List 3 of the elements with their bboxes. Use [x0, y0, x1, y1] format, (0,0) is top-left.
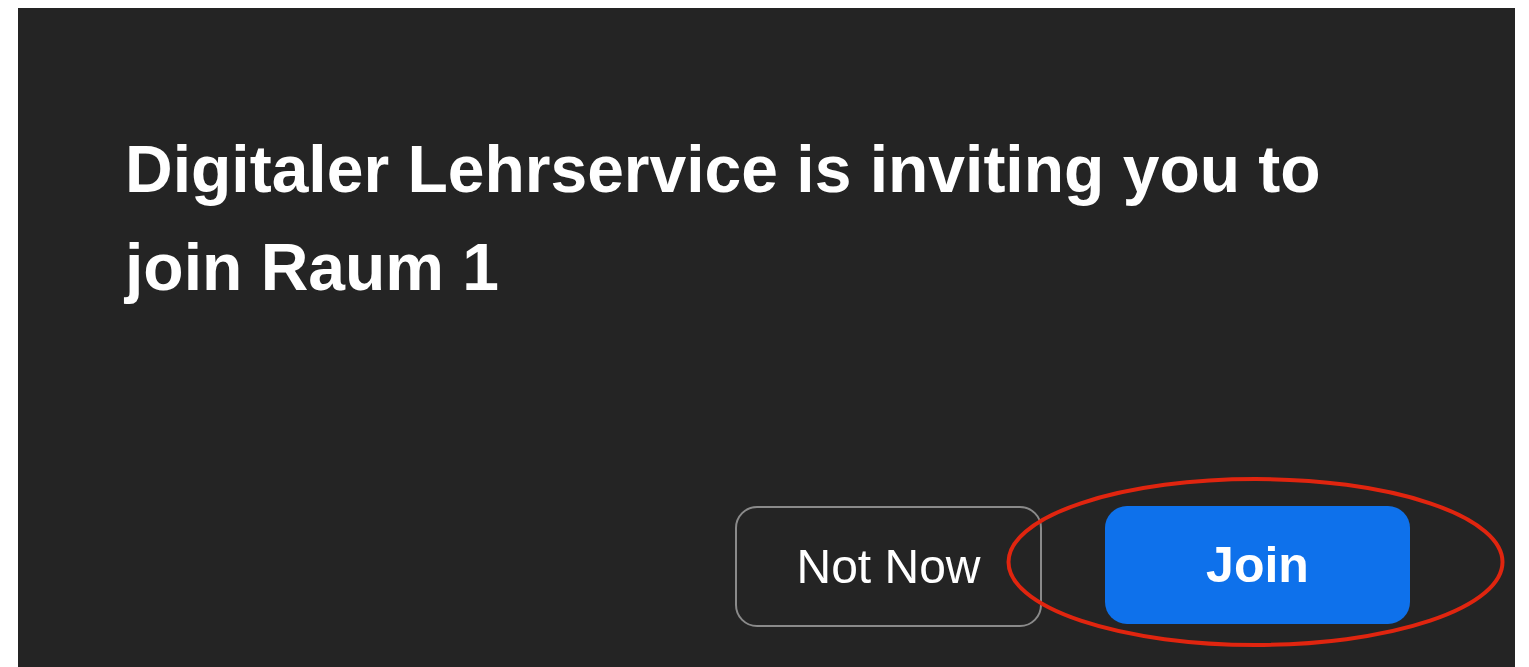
join-button[interactable]: Join — [1105, 506, 1410, 624]
invitation-message: Digitaler Lehrservice is inviting you to join Raum 1 — [125, 131, 1322, 306]
not-now-button[interactable]: Not Now — [735, 506, 1042, 627]
